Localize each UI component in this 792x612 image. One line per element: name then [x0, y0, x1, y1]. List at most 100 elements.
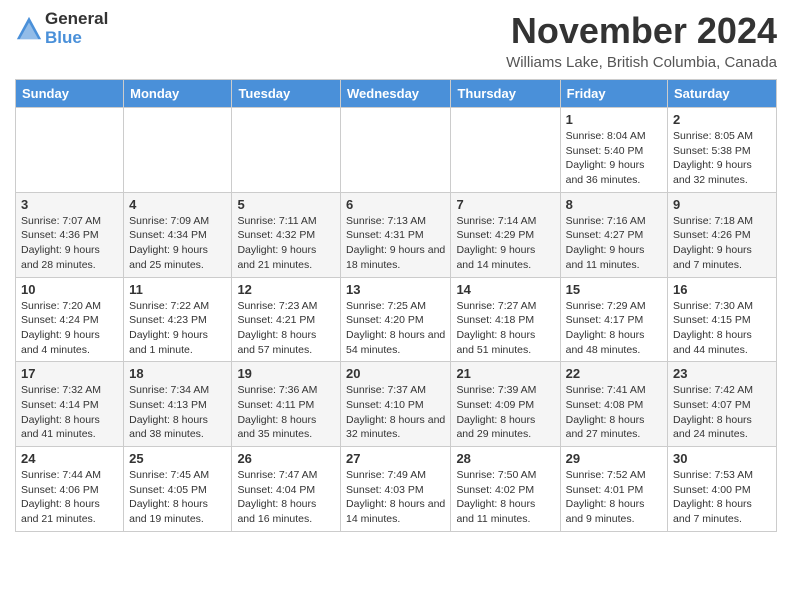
day-number: 19 — [237, 366, 335, 381]
calendar-cell: 17 Sunrise: 7:32 AM Sunset: 4:14 PM Dayli… — [16, 362, 124, 447]
day-info: Sunrise: 7:36 AM Sunset: 4:11 PM Dayligh… — [237, 383, 335, 442]
calendar-cell — [16, 108, 124, 193]
calendar-week-row: 24 Sunrise: 7:44 AM Sunset: 4:06 PM Dayli… — [16, 447, 777, 532]
calendar-cell: 6 Sunrise: 7:13 AM Sunset: 4:31 PM Daylig… — [341, 192, 451, 277]
calendar-cell: 4 Sunrise: 7:09 AM Sunset: 4:34 PM Daylig… — [124, 192, 232, 277]
day-number: 26 — [237, 451, 335, 466]
calendar-header-sunday: Sunday — [16, 80, 124, 108]
day-number: 11 — [129, 282, 226, 297]
location: Williams Lake, British Columbia, Canada — [506, 54, 777, 71]
calendar-cell: 10 Sunrise: 7:20 AM Sunset: 4:24 PM Dayli… — [16, 277, 124, 362]
day-number: 23 — [673, 366, 771, 381]
calendar-cell: 9 Sunrise: 7:18 AM Sunset: 4:26 PM Daylig… — [668, 192, 777, 277]
calendar-week-row: 1 Sunrise: 8:04 AM Sunset: 5:40 PM Daylig… — [16, 108, 777, 193]
logo-text: General Blue — [45, 10, 108, 47]
calendar-cell: 16Sunrise: 7:30 AM Sunset: 4:15 PM Dayli… — [668, 277, 777, 362]
calendar-cell: 21 Sunrise: 7:39 AM Sunset: 4:09 PM Dayli… — [451, 362, 560, 447]
day-info: Sunrise: 7:53 AM Sunset: 4:00 PM Dayligh… — [673, 468, 771, 527]
calendar-cell: 18 Sunrise: 7:34 AM Sunset: 4:13 PM Dayli… — [124, 362, 232, 447]
day-info: Sunrise: 7:18 AM Sunset: 4:26 PM Dayligh… — [673, 214, 771, 273]
title-section: November 2024 Williams Lake, British Col… — [506, 10, 777, 71]
day-info: Sunrise: 7:16 AM Sunset: 4:27 PM Dayligh… — [566, 214, 662, 273]
calendar-cell: 5 Sunrise: 7:11 AM Sunset: 4:32 PM Daylig… — [232, 192, 341, 277]
calendar-header-monday: Monday — [124, 80, 232, 108]
day-number: 14 — [456, 282, 554, 297]
page: General Blue November 2024 Williams Lake… — [0, 0, 792, 542]
day-number: 1 — [566, 112, 662, 127]
day-number: 21 — [456, 366, 554, 381]
logo-icon — [15, 15, 43, 43]
day-number: 22 — [566, 366, 662, 381]
day-info: Sunrise: 7:37 AM Sunset: 4:10 PM Dayligh… — [346, 383, 445, 442]
day-info: Sunrise: 7:13 AM Sunset: 4:31 PM Dayligh… — [346, 214, 445, 273]
header: General Blue November 2024 Williams Lake… — [15, 10, 777, 71]
day-info: Sunrise: 7:44 AM Sunset: 4:06 PM Dayligh… — [21, 468, 118, 527]
calendar-header-tuesday: Tuesday — [232, 80, 341, 108]
calendar-week-row: 10 Sunrise: 7:20 AM Sunset: 4:24 PM Dayli… — [16, 277, 777, 362]
day-info: Sunrise: 7:52 AM Sunset: 4:01 PM Dayligh… — [566, 468, 662, 527]
day-info: Sunrise: 7:42 AM Sunset: 4:07 PM Dayligh… — [673, 383, 771, 442]
day-info: Sunrise: 7:32 AM Sunset: 4:14 PM Dayligh… — [21, 383, 118, 442]
calendar-cell: 8Sunrise: 7:16 AM Sunset: 4:27 PM Daylig… — [560, 192, 667, 277]
calendar-header-row: SundayMondayTuesdayWednesdayThursdayFrid… — [16, 80, 777, 108]
day-info: Sunrise: 7:09 AM Sunset: 4:34 PM Dayligh… — [129, 214, 226, 273]
calendar-cell: 20 Sunrise: 7:37 AM Sunset: 4:10 PM Dayli… — [341, 362, 451, 447]
day-number: 28 — [456, 451, 554, 466]
day-number: 27 — [346, 451, 445, 466]
day-info: Sunrise: 7:50 AM Sunset: 4:02 PM Dayligh… — [456, 468, 554, 527]
calendar-cell: 7 Sunrise: 7:14 AM Sunset: 4:29 PM Daylig… — [451, 192, 560, 277]
day-info: Sunrise: 7:47 AM Sunset: 4:04 PM Dayligh… — [237, 468, 335, 527]
calendar-cell: 3Sunrise: 7:07 AM Sunset: 4:36 PM Daylig… — [16, 192, 124, 277]
day-info: Sunrise: 7:22 AM Sunset: 4:23 PM Dayligh… — [129, 299, 226, 358]
day-info: Sunrise: 7:25 AM Sunset: 4:20 PM Dayligh… — [346, 299, 445, 358]
day-number: 17 — [21, 366, 118, 381]
day-number: 6 — [346, 197, 445, 212]
day-number: 2 — [673, 112, 771, 127]
day-number: 20 — [346, 366, 445, 381]
calendar-cell: 23 Sunrise: 7:42 AM Sunset: 4:07 PM Dayli… — [668, 362, 777, 447]
day-number: 4 — [129, 197, 226, 212]
day-info: Sunrise: 7:39 AM Sunset: 4:09 PM Dayligh… — [456, 383, 554, 442]
day-info: Sunrise: 7:45 AM Sunset: 4:05 PM Dayligh… — [129, 468, 226, 527]
day-info: Sunrise: 7:29 AM Sunset: 4:17 PM Dayligh… — [566, 299, 662, 358]
calendar-cell: 24 Sunrise: 7:44 AM Sunset: 4:06 PM Dayli… — [16, 447, 124, 532]
day-info: Sunrise: 7:27 AM Sunset: 4:18 PM Dayligh… — [456, 299, 554, 358]
calendar-cell: 25 Sunrise: 7:45 AM Sunset: 4:05 PM Dayli… — [124, 447, 232, 532]
day-info: Sunrise: 8:05 AM Sunset: 5:38 PM Dayligh… — [673, 129, 771, 188]
day-number: 29 — [566, 451, 662, 466]
calendar-cell: 14 Sunrise: 7:27 AM Sunset: 4:18 PM Dayli… — [451, 277, 560, 362]
day-number: 10 — [21, 282, 118, 297]
day-number: 13 — [346, 282, 445, 297]
day-number: 15 — [566, 282, 662, 297]
day-info: Sunrise: 7:49 AM Sunset: 4:03 PM Dayligh… — [346, 468, 445, 527]
day-number: 18 — [129, 366, 226, 381]
day-number: 7 — [456, 197, 554, 212]
day-info: Sunrise: 7:34 AM Sunset: 4:13 PM Dayligh… — [129, 383, 226, 442]
calendar-header-wednesday: Wednesday — [341, 80, 451, 108]
day-info: Sunrise: 7:07 AM Sunset: 4:36 PM Dayligh… — [21, 214, 118, 273]
day-info: Sunrise: 8:04 AM Sunset: 5:40 PM Dayligh… — [566, 129, 662, 188]
calendar-cell: 15 Sunrise: 7:29 AM Sunset: 4:17 PM Dayli… — [560, 277, 667, 362]
logo-general: General — [45, 10, 108, 29]
day-info: Sunrise: 7:11 AM Sunset: 4:32 PM Dayligh… — [237, 214, 335, 273]
day-number: 16 — [673, 282, 771, 297]
day-number: 25 — [129, 451, 226, 466]
calendar-cell: 30 Sunrise: 7:53 AM Sunset: 4:00 PM Dayli… — [668, 447, 777, 532]
calendar-cell: 13 Sunrise: 7:25 AM Sunset: 4:20 PM Dayli… — [341, 277, 451, 362]
day-number: 9 — [673, 197, 771, 212]
day-number: 5 — [237, 197, 335, 212]
day-number: 30 — [673, 451, 771, 466]
day-info: Sunrise: 7:41 AM Sunset: 4:08 PM Dayligh… — [566, 383, 662, 442]
day-info: Sunrise: 7:20 AM Sunset: 4:24 PM Dayligh… — [21, 299, 118, 358]
calendar-cell: 1 Sunrise: 8:04 AM Sunset: 5:40 PM Daylig… — [560, 108, 667, 193]
calendar-cell — [232, 108, 341, 193]
day-info: Sunrise: 7:14 AM Sunset: 4:29 PM Dayligh… — [456, 214, 554, 273]
calendar-cell: 27 Sunrise: 7:49 AM Sunset: 4:03 PM Dayli… — [341, 447, 451, 532]
calendar-cell: 28 Sunrise: 7:50 AM Sunset: 4:02 PM Dayli… — [451, 447, 560, 532]
day-number: 12 — [237, 282, 335, 297]
logo-blue: Blue — [45, 29, 108, 48]
day-number: 24 — [21, 451, 118, 466]
logo: General Blue — [15, 10, 108, 47]
day-info: Sunrise: 7:23 AM Sunset: 4:21 PM Dayligh… — [237, 299, 335, 358]
calendar-cell: 26 Sunrise: 7:47 AM Sunset: 4:04 PM Dayli… — [232, 447, 341, 532]
